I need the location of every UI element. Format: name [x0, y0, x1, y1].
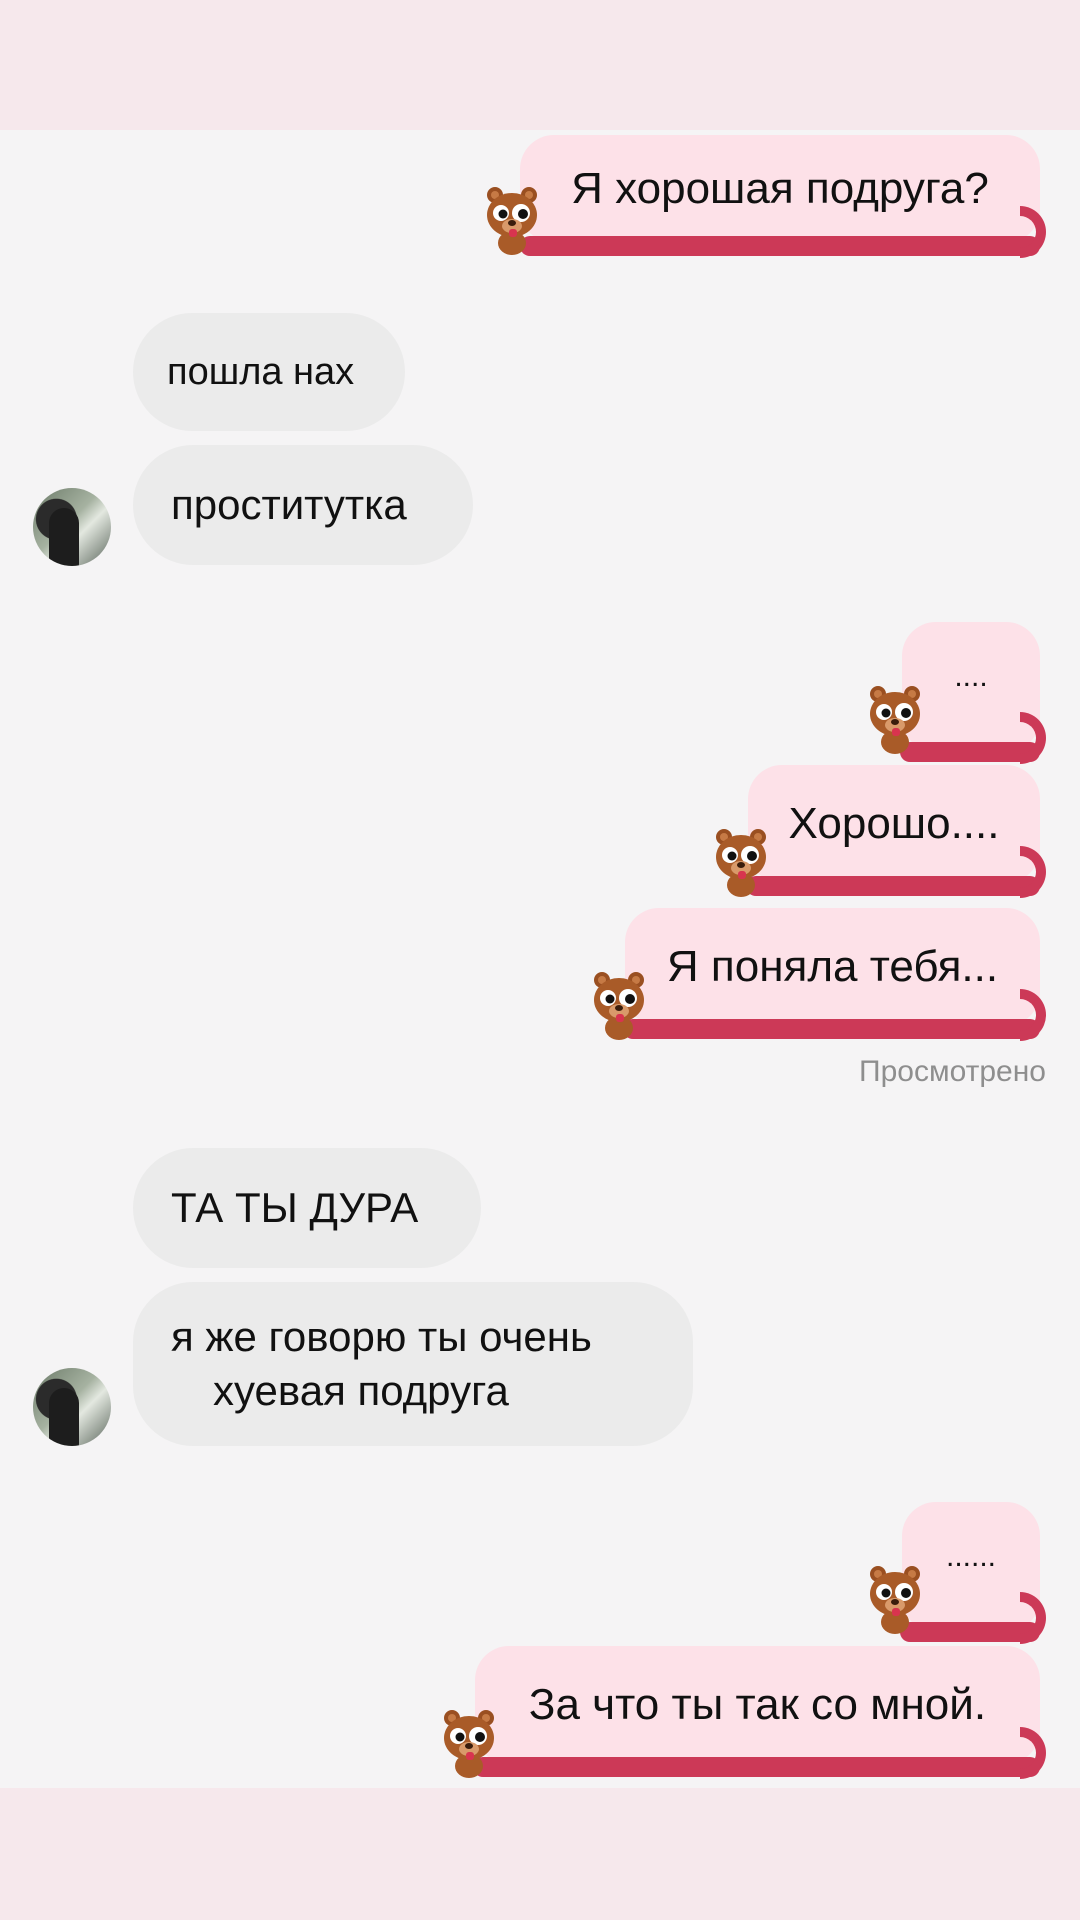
message-text: проститутка — [171, 481, 407, 528]
bubble-tail-hook — [1020, 712, 1046, 764]
bubble-tail — [473, 1757, 1040, 1777]
message-text: пошла нах — [167, 350, 355, 393]
bubble-tail-hook — [1020, 846, 1046, 898]
sent-message-bubble[interactable]: Я хорошая подруга? — [520, 135, 1040, 243]
top-status-area — [0, 0, 1080, 130]
message-text-line-2: хуевая подруга — [213, 1367, 509, 1414]
sent-message-bubble[interactable]: За что ты так со мной. — [475, 1646, 1040, 1764]
message-text: ...... — [945, 1540, 996, 1573]
bear-sticker-icon — [870, 1566, 920, 1634]
bear-sticker-icon — [716, 829, 766, 897]
message-text: За что ты так со мной. — [528, 1680, 987, 1729]
bubble-tail-hook — [1020, 1592, 1046, 1644]
message-text: Я поняла тебя... — [666, 942, 999, 991]
seen-status: Просмотрено — [859, 1055, 1046, 1088]
received-message-bubble[interactable]: пошла нах — [133, 313, 405, 431]
received-message-bubble[interactable]: я же говорю ты очень хуевая подруга — [133, 1282, 693, 1446]
bubble-tail — [746, 876, 1040, 896]
bear-sticker-icon — [444, 1710, 494, 1778]
received-message-bubble[interactable]: проститутка — [133, 445, 473, 565]
message-text: .... — [954, 660, 988, 693]
bottom-input-area — [0, 1788, 1080, 1920]
bubble-tail-hook — [1020, 989, 1046, 1041]
bubble-tail — [623, 1019, 1040, 1039]
bear-sticker-icon — [870, 686, 920, 754]
received-message-bubble[interactable]: ТА ТЫ ДУРА — [133, 1148, 481, 1268]
bear-sticker-icon — [594, 972, 644, 1040]
message-text-line-1: я же говорю ты очень — [171, 1313, 592, 1360]
bubble-tail-hook — [1020, 206, 1046, 258]
contact-avatar[interactable] — [33, 1368, 111, 1446]
message-text: ТА ТЫ ДУРА — [171, 1184, 419, 1231]
bubble-tail-hook — [1020, 1727, 1046, 1779]
message-text: Хорошо.... — [788, 799, 1000, 848]
contact-avatar[interactable] — [33, 488, 111, 566]
sent-message-bubble[interactable]: Я поняла тебя... — [625, 908, 1040, 1026]
message-text: Я хорошая подруга? — [571, 164, 989, 213]
bear-sticker-icon — [487, 187, 537, 255]
sent-message-bubble[interactable]: Хорошо.... — [748, 765, 1040, 883]
bubble-tail — [520, 236, 1040, 256]
